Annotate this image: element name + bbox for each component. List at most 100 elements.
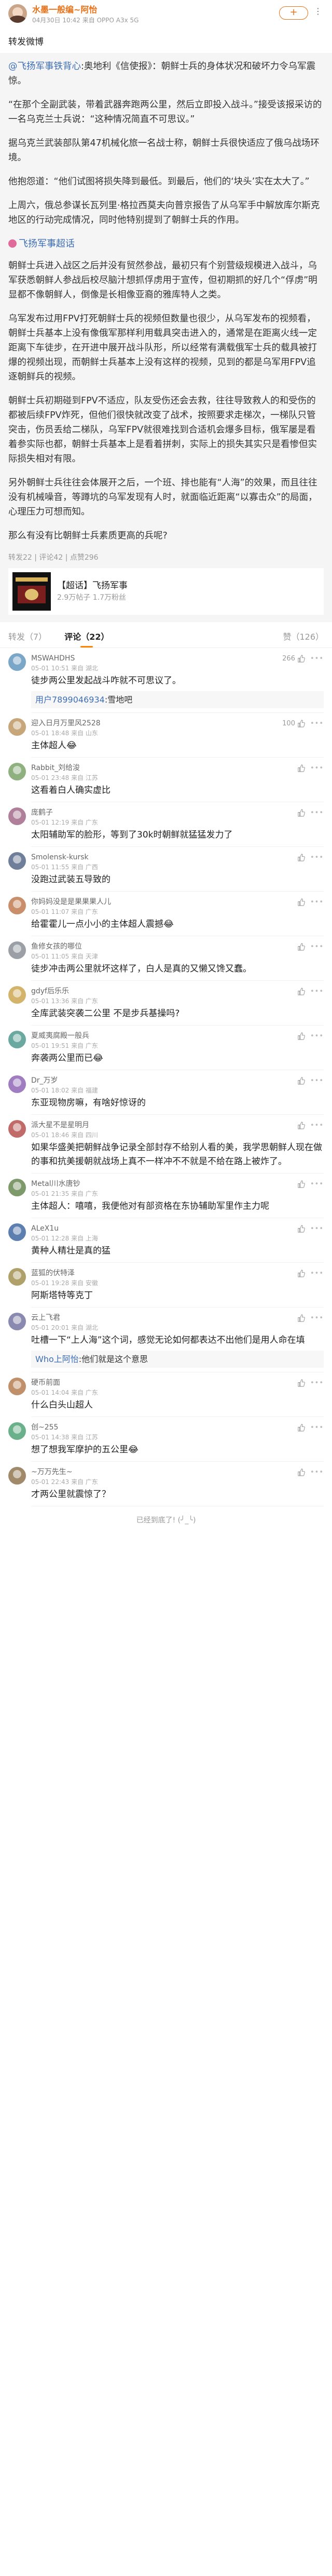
comment-more-icon[interactable]: ••• [310, 720, 324, 727]
commenter-name[interactable]: ALeX1u [31, 1223, 59, 1234]
commenter-avatar[interactable] [8, 941, 26, 959]
commenter-name[interactable]: Smolensk-kursk [31, 852, 89, 862]
comment-like-button[interactable] [295, 853, 305, 861]
commenter-name[interactable]: 庞鹤子 [31, 807, 53, 818]
commenter-avatar[interactable] [8, 897, 26, 914]
commenter-name[interactable]: 夏威夷腐殿一般兵 [31, 1031, 89, 1041]
comment-more-icon[interactable]: ••• [310, 1032, 324, 1040]
comment-item[interactable]: ~万万先生~ ••• 05-01 22:43 来自 广东 才两公里就震惊了？ [0, 1462, 332, 1506]
comment-like-button[interactable] [295, 1468, 305, 1476]
commenter-avatar[interactable] [8, 1467, 26, 1485]
commenter-avatar[interactable] [8, 1378, 26, 1395]
comment-more-icon[interactable]: ••• [310, 1225, 324, 1233]
source-mention[interactable]: @飞扬军事铁背心 [8, 61, 81, 72]
comment-like-button[interactable] [295, 1121, 305, 1129]
commenter-avatar[interactable] [8, 763, 26, 780]
more-icon[interactable]: ⋮ [312, 6, 324, 16]
quoted-post[interactable]: @飞扬军事铁背心:奥地利《信使报》：朝鲜士兵的身体状况和破坏力令乌军震惊。 “在… [0, 53, 332, 622]
commenter-name[interactable]: ~万万先生~ [31, 1467, 72, 1477]
comment-item[interactable]: 硬币前面 ••• 05-01 14:04 来自 广东 什么白头山超人 [0, 1372, 332, 1417]
comment-more-icon[interactable]: ••• [310, 1468, 324, 1476]
comment-like-button[interactable] [295, 1423, 305, 1432]
comment-item[interactable]: Smolensk-kursk ••• 05-01 11:55 来自 广西 没跑过武装五… [0, 847, 332, 892]
commenter-avatar[interactable] [8, 1223, 26, 1241]
comment-more-icon[interactable]: ••• [310, 655, 324, 663]
commenter-avatar[interactable] [8, 1031, 26, 1048]
comment-more-icon[interactable]: ••• [310, 854, 324, 861]
comment-more-icon[interactable]: ••• [310, 988, 324, 995]
comment-more-icon[interactable]: ••• [310, 1077, 324, 1085]
commenter-name[interactable]: 创~255 [31, 1422, 58, 1433]
comment-like-button[interactable] [295, 764, 305, 772]
comment-item[interactable]: 迎入日月万里风2528 100 ••• 05-01 18:48 来自 山东 主体超人😂 [0, 713, 332, 758]
commenter-name[interactable]: gdyf后乐乐 [31, 986, 69, 996]
comment-more-icon[interactable]: ••• [310, 1122, 324, 1129]
comment-like-button[interactable] [295, 898, 305, 906]
comment-item[interactable]: 夏威夷腐殿一般兵 ••• 05-01 19:51 来自 广东 奔袭两公里而已😂 [0, 1026, 332, 1070]
comment-item[interactable]: 创~255 ••• 05-01 14:38 来自 江苏 想了想我军摩护的五公里😂 [0, 1417, 332, 1462]
comment-like-button[interactable] [295, 942, 305, 951]
commenter-avatar[interactable] [8, 986, 26, 1004]
comment-item[interactable]: Dr_万岁 ••• 05-01 18:02 来自 福建 东亚现物房嘛，有啥好惊讶的 [0, 1070, 332, 1115]
commenter-avatar[interactable] [8, 718, 26, 736]
comment-more-icon[interactable]: ••• [310, 1180, 324, 1188]
commenter-name[interactable]: Dr_万岁 [31, 1075, 58, 1086]
commenter-avatar[interactable] [8, 1120, 26, 1138]
commenter-avatar[interactable] [8, 807, 26, 825]
commenter-name[interactable]: MSWAHDHS [31, 653, 75, 664]
comment-item[interactable]: 云上飞君 ••• 05-01 20:01 来自 湖北 吐槽一下“上人海”这个词，感觉无… [0, 1307, 332, 1372]
comment-like-button[interactable] [295, 987, 305, 995]
commenter-name[interactable]: 鱼修女孩的哪位 [31, 941, 82, 952]
comment-more-icon[interactable]: ••• [310, 1424, 324, 1432]
commenter-avatar[interactable] [8, 852, 26, 870]
commenter-name[interactable]: 云上飞君 [31, 1313, 60, 1323]
tab-like[interactable]: 赞（126） [283, 627, 324, 648]
commenter-name[interactable]: 你妈妈没是是果果果人儿 [31, 897, 111, 907]
commenter-name[interactable]: Rabbit_刘给浚 [31, 763, 80, 773]
comment-more-icon[interactable]: ••• [310, 1379, 324, 1387]
commenter-avatar[interactable] [8, 653, 26, 671]
comment-item[interactable]: MSWAHDHS 266 ••• 05-01 10:51 来自 湖北 徒步两公里发起战斗… [0, 648, 332, 713]
comment-like-button[interactable] [295, 808, 305, 817]
comment-like-button[interactable] [295, 1314, 305, 1322]
commenter-avatar[interactable] [8, 1268, 26, 1286]
comment-more-icon[interactable]: ••• [310, 898, 324, 906]
comment-item[interactable]: Rabbit_刘给浚 ••• 05-01 23:48 来自 江苏 这看着白人确实虚比 [0, 758, 332, 802]
commenter-name[interactable]: 派大星不是星明月 [31, 1120, 89, 1130]
comment-like-button[interactable] [295, 1076, 305, 1085]
comment-like-button[interactable] [295, 1269, 305, 1277]
comment-item[interactable]: 庞鹤子 ••• 05-01 12:19 来自 广东 太阳辅助军的脸形，等到了30k时朝… [0, 802, 332, 847]
commenter-avatar[interactable] [8, 1075, 26, 1093]
reply-author[interactable]: 用户7899046934 [35, 695, 105, 705]
comment-item[interactable]: 鱼修女孩的哪位 ••• 05-01 11:05 来自 天津 徒步冲击两公里就坏这样了，… [0, 936, 332, 981]
comment-like-button[interactable] [295, 1379, 305, 1387]
commenter-name[interactable]: Metal川水唐钞 [31, 1179, 80, 1189]
comment-item[interactable]: gdyf后乐乐 ••• 05-01 13:36 来自 广东 全库武装突袭二公里 不是步… [0, 981, 332, 1026]
comment-like-button[interactable] [295, 1032, 305, 1040]
comment-like-button[interactable]: 100 [282, 720, 305, 727]
tab-repost[interactable]: 转发（7） [8, 627, 47, 648]
comment-like-button[interactable]: 266 [282, 655, 305, 663]
comment-like-button[interactable] [295, 1180, 305, 1188]
commenter-name[interactable]: 迎入日月万里风2528 [31, 718, 101, 729]
commenter-avatar[interactable] [8, 1179, 26, 1196]
supertopic-tag[interactable]: 飞扬军事超话 [8, 237, 324, 251]
comment-item[interactable]: Metal川水唐钞 ••• 05-01 21:35 来自 广东 主体超人：嘻嘻，我便他… [0, 1174, 332, 1218]
commenter-name[interactable]: 硬币前面 [31, 1378, 60, 1388]
comment-more-icon[interactable]: ••• [310, 943, 324, 951]
comment-more-icon[interactable]: ••• [310, 1270, 324, 1277]
comment-more-icon[interactable]: ••• [310, 809, 324, 817]
supertopic-card[interactable]: 【超话】飞扬军事 2.9万帖子 1.7万粉丝 [8, 568, 324, 615]
comment-item[interactable]: 蓝狐的伏特泽 ••• 05-01 19:28 来自 安徽 阿斯塔特等克丁 [0, 1263, 332, 1307]
comment-like-button[interactable] [295, 1224, 305, 1233]
commenter-avatar[interactable] [8, 1313, 26, 1330]
comment-item[interactable]: 你妈妈没是是果果果人儿 ••• 05-01 11:07 来自 广东 给霍霍儿一点小小的… [0, 892, 332, 936]
comment-more-icon[interactable]: ••• [310, 1314, 324, 1322]
author-name[interactable]: 水墨一般编~阿怡 [32, 4, 279, 16]
tab-comment[interactable]: 评论（22） [64, 627, 109, 648]
comment-item[interactable]: ALeX1u ••• 05-01 12:28 来自 上海 黄种人精壮是真的猛 [0, 1218, 332, 1263]
reply-author[interactable]: Who上阿怡 [35, 1354, 79, 1364]
comment-more-icon[interactable]: ••• [310, 764, 324, 772]
commenter-name[interactable]: 蓝狐的伏特泽 [31, 1268, 75, 1278]
comment-reply[interactable]: Who上阿怡:他们就是这个意思 [31, 1351, 324, 1368]
